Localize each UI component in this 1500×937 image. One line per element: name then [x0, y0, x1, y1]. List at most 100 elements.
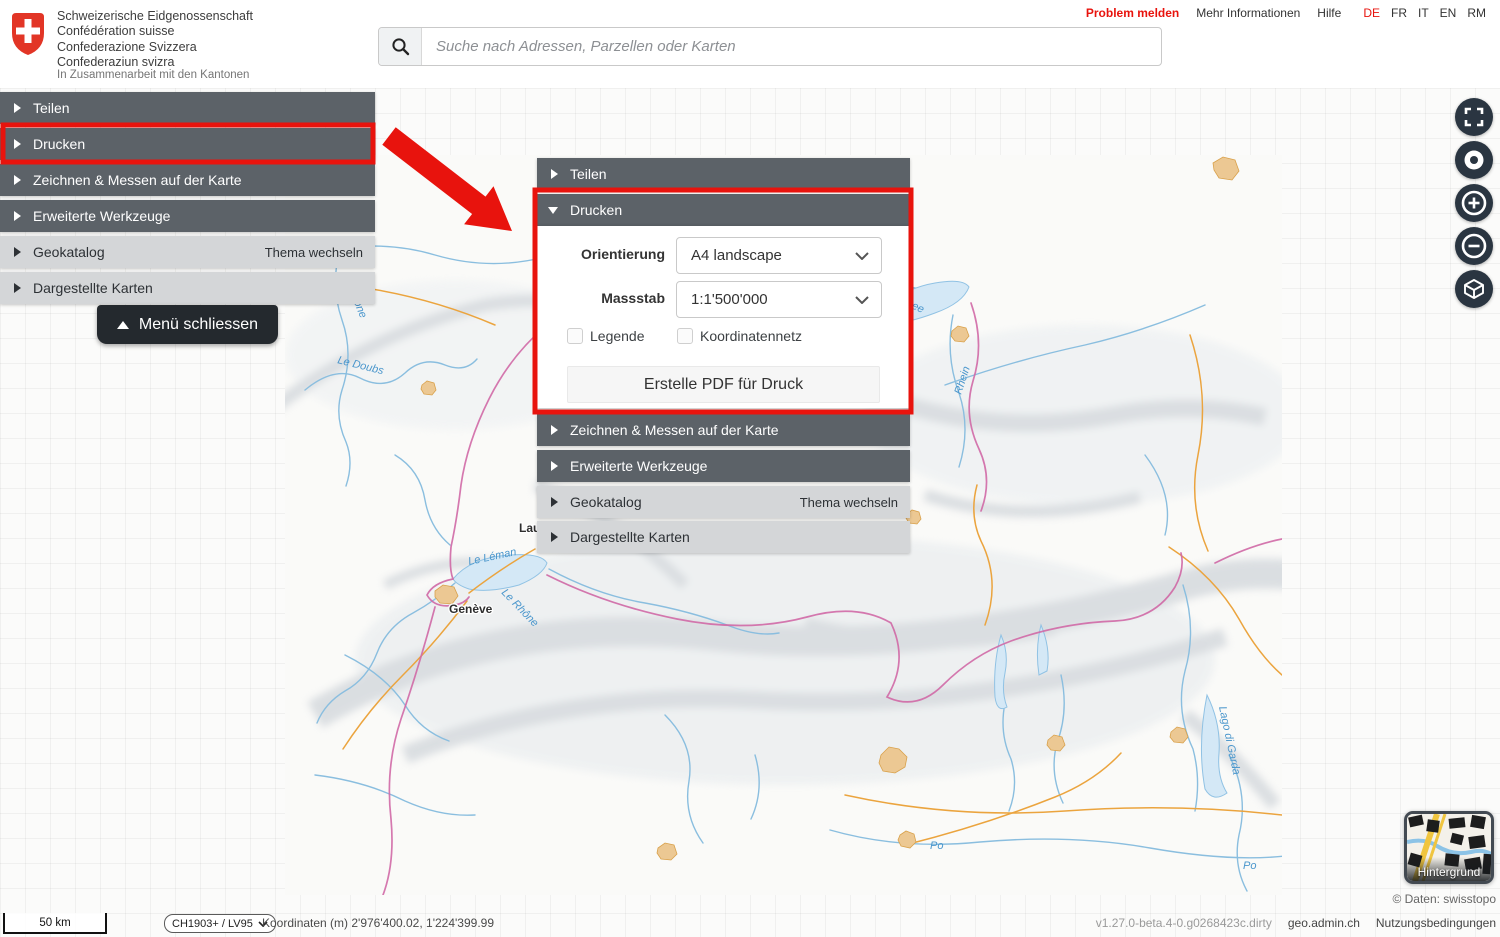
chevron-right-icon	[551, 169, 558, 179]
language-rm[interactable]: RM	[1467, 6, 1486, 20]
search-icon	[391, 37, 410, 56]
terms-link[interactable]: Nutzungsbedingungen	[1376, 916, 1496, 930]
language-de[interactable]: DE	[1363, 6, 1380, 20]
panel-item-zeichnen[interactable]: Zeichnen & Messen auf der Karte	[537, 414, 910, 446]
chevron-right-icon	[551, 532, 558, 542]
coordinate-grid-label: Koordinatennetz	[700, 328, 802, 344]
scale-select[interactable]: 1:1'500'000	[676, 281, 882, 318]
cantons-subline: In Zusammenarbeit mit den Kantonen	[57, 69, 249, 81]
search-icon-box[interactable]	[379, 28, 422, 65]
geolocate-button[interactable]	[1455, 141, 1493, 179]
scale-bar-label: 50 km	[39, 917, 70, 929]
po-label-east: Po	[1243, 860, 1256, 872]
more-information-link[interactable]: Mehr Informationen	[1196, 6, 1300, 20]
zoom-out-button[interactable]	[1455, 227, 1493, 265]
mouse-coordinates: Koordinaten (m) 2'976'400.02, 1'224'399.…	[262, 916, 494, 930]
swiss-coat-of-arms	[10, 11, 46, 57]
panel-item-label: Zeichnen & Messen auf der Karte	[570, 422, 779, 438]
wordmark-line: Schweizerische Eidgenossenschaft	[57, 9, 253, 24]
help-link[interactable]: Hilfe	[1317, 6, 1341, 20]
header-links: Problem melden Mehr Informationen Hilfe …	[1086, 6, 1486, 20]
sidebar-item-zeichnen[interactable]: Zeichnen & Messen auf der Karte	[0, 164, 375, 196]
scale-value: 1:1'500'000	[691, 291, 855, 308]
version-string: v1.27.0-beta.4-0.g0268423c.dirty	[1096, 916, 1272, 930]
data-attribution[interactable]: © Daten: swisstopo	[1392, 892, 1496, 906]
report-problem-link[interactable]: Problem melden	[1086, 6, 1179, 20]
sidebar-item-label: Drucken	[33, 136, 85, 152]
sidebar-item-label: Dargestellte Karten	[33, 280, 153, 296]
search-bar[interactable]	[378, 27, 1162, 66]
chevron-right-icon	[14, 283, 21, 293]
panel-item-label: Drucken	[570, 202, 622, 218]
legend-checkbox[interactable]	[567, 328, 583, 344]
sidebar-item-dargestellte-karten[interactable]: Dargestellte Karten	[0, 272, 375, 304]
panel-item-label: Teilen	[570, 166, 607, 182]
wordmark-line: Confederazione Svizzera	[57, 40, 253, 55]
wordmark-line: Confederaziun svizra	[57, 55, 253, 70]
sidebar-item-label: Geokatalog	[33, 244, 105, 260]
geoadmin-link[interactable]: geo.admin.ch	[1288, 916, 1360, 930]
panel-item-erweiterte-werkzeuge[interactable]: Erweiterte Werkzeuge	[537, 450, 910, 482]
cube-3d-icon	[1462, 277, 1486, 301]
fullscreen-icon	[1464, 107, 1484, 127]
zoom-in-button[interactable]	[1455, 184, 1493, 222]
chevron-right-icon	[14, 247, 21, 257]
sidebar-item-label: Teilen	[33, 100, 70, 116]
language-fr[interactable]: FR	[1391, 6, 1407, 20]
sidebar-item-erweiterte-werkzeuge[interactable]: Erweiterte Werkzeuge	[0, 200, 375, 232]
coordinate-grid-checkbox[interactable]	[677, 328, 693, 344]
chevron-right-icon	[14, 103, 21, 113]
scale-bar: 50 km	[3, 913, 107, 934]
chevron-right-icon	[14, 175, 21, 185]
chevron-right-icon	[551, 497, 558, 507]
app-header: Schweizerische Eidgenossenschaft Confédé…	[0, 0, 1500, 88]
close-menu-button[interactable]: Menü schliessen	[97, 305, 278, 344]
orientation-value: A4 landscape	[691, 247, 855, 264]
chevron-right-icon	[551, 461, 558, 471]
language-it[interactable]: IT	[1418, 6, 1429, 20]
search-input[interactable]	[422, 28, 1161, 65]
panel-item-geokatalog[interactable]: Geokatalog Thema wechseln	[537, 486, 910, 518]
panel-item-label: Geokatalog	[570, 494, 642, 510]
chevron-up-icon	[117, 321, 129, 329]
chevron-down-icon	[855, 252, 869, 260]
orientation-label: Orientierung	[557, 246, 665, 262]
sidebar-item-label: Zeichnen & Messen auf der Karte	[33, 172, 242, 188]
sidebar-item-geokatalog[interactable]: Geokatalog Thema wechseln	[0, 236, 375, 268]
create-pdf-button[interactable]: Erstelle PDF für Druck	[567, 366, 880, 403]
switch-topic-link[interactable]: Thema wechseln	[265, 245, 363, 260]
projection-select[interactable]: CH1903+ / LV95	[164, 914, 276, 933]
footer-links: v1.27.0-beta.4-0.g0268423c.dirty geo.adm…	[1096, 916, 1496, 930]
panel-item-teilen[interactable]: Teilen	[537, 158, 910, 190]
chevron-right-icon	[551, 425, 558, 435]
sidebar-item-label: Erweiterte Werkzeuge	[33, 208, 170, 224]
language-en[interactable]: EN	[1440, 6, 1457, 20]
confederation-wordmark: Schweizerische Eidgenossenschaft Confédé…	[57, 9, 253, 70]
legend-label: Legende	[590, 328, 645, 344]
background-layer-selector[interactable]: Hintergrund	[1404, 811, 1494, 884]
sidebar-item-teilen[interactable]: Teilen	[0, 92, 375, 124]
plus-icon	[1461, 190, 1487, 216]
scale-label: Massstab	[557, 290, 665, 306]
switch-topic-link[interactable]: Thema wechseln	[800, 495, 898, 510]
chevron-right-icon	[14, 139, 21, 149]
close-menu-label: Menü schliessen	[139, 316, 258, 334]
minus-icon	[1461, 233, 1487, 259]
projection-value: CH1903+ / LV95	[172, 918, 253, 930]
orientation-select[interactable]: A4 landscape	[676, 237, 882, 274]
panel-item-label: Dargestellte Karten	[570, 529, 690, 545]
chevron-down-icon	[855, 296, 869, 304]
chevron-down-icon	[548, 207, 558, 214]
po-label-west: Po	[930, 840, 943, 852]
panel-item-label: Erweiterte Werkzeuge	[570, 458, 707, 474]
wordmark-line: Confédération suisse	[57, 24, 253, 39]
chevron-right-icon	[14, 211, 21, 221]
fullscreen-button[interactable]	[1455, 98, 1493, 136]
panel-item-dargestellte-karten[interactable]: Dargestellte Karten	[537, 521, 910, 553]
toggle-3d-button[interactable]	[1455, 270, 1493, 308]
background-label: Hintergrund	[1407, 857, 1491, 881]
geneve-label: Genève	[449, 602, 493, 616]
print-form: Orientierung A4 landscape Massstab 1:1'5…	[537, 226, 910, 408]
panel-item-drucken-expanded[interactable]: Drucken	[537, 194, 910, 226]
sidebar-item-drucken[interactable]: Drucken	[0, 128, 375, 160]
